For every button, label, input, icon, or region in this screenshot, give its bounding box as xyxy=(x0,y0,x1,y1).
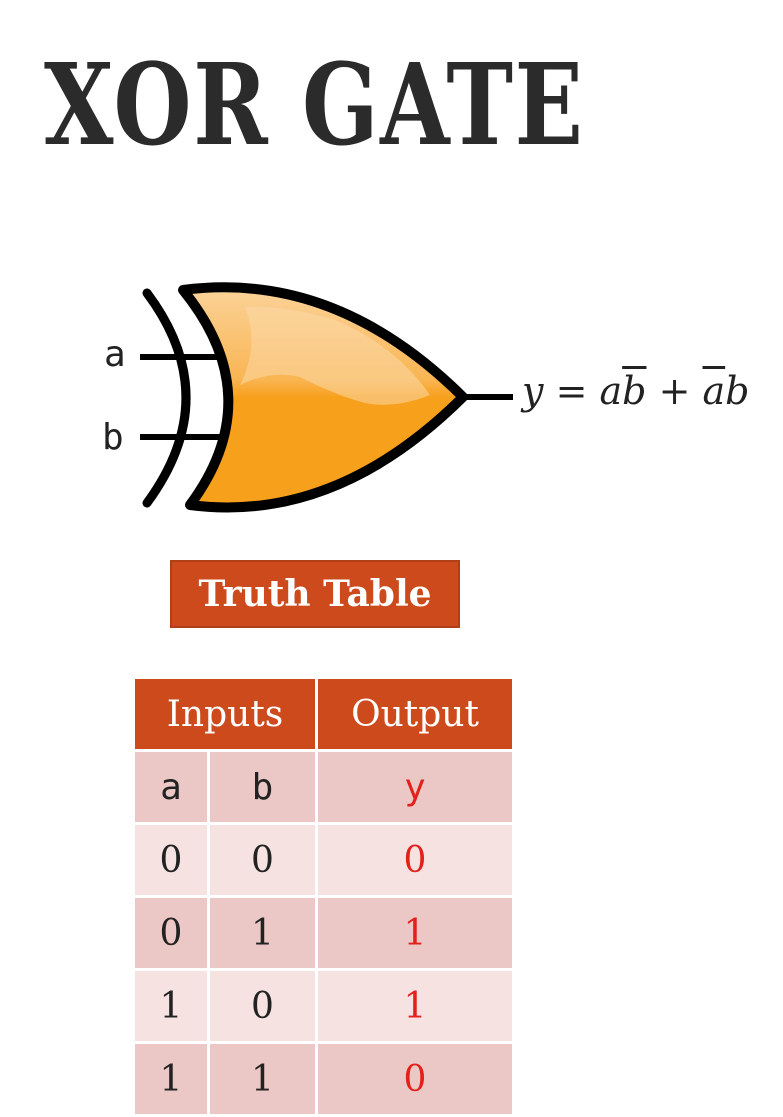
table-row: 1 1 0 xyxy=(132,1041,515,1117)
truth-table: Inputs Output a b y 0 0 0 0 1 1 1 0 1 1 … xyxy=(132,676,515,1117)
cell-y: 1 xyxy=(315,895,515,971)
xor-gate-symbol xyxy=(140,282,513,513)
equation-term1-a: a xyxy=(599,369,623,413)
cell-y: 0 xyxy=(315,1041,515,1117)
xor-input-arc xyxy=(142,288,191,508)
input-b-label: b xyxy=(102,417,124,458)
cell-b: 0 xyxy=(207,968,318,1044)
cell-b: 1 xyxy=(207,1041,318,1117)
page-title: XOR GATE xyxy=(44,40,585,171)
header-output: Output xyxy=(315,676,515,752)
truth-table-label: Truth Table xyxy=(170,560,460,628)
header-inputs: Inputs xyxy=(132,676,318,752)
table-row: 0 0 0 xyxy=(132,822,515,898)
cell-b: b xyxy=(207,749,318,825)
equation-term1-bbar: b xyxy=(622,369,647,413)
equation-equals: = xyxy=(555,369,588,413)
cell-y: 0 xyxy=(315,822,515,898)
cell-a: 0 xyxy=(132,822,210,898)
cell-y: y xyxy=(315,749,515,825)
cell-a: 1 xyxy=(132,1041,210,1117)
cell-a: 1 xyxy=(132,968,210,1044)
table-header-row: Inputs Output xyxy=(132,676,515,752)
table-row: 1 0 1 xyxy=(132,968,515,1044)
equation-output: y xyxy=(522,369,544,413)
cell-a: 0 xyxy=(132,895,210,971)
equation-plus: + xyxy=(658,369,691,413)
cell-b: 0 xyxy=(207,822,318,898)
equation-term2-b: b xyxy=(725,369,750,413)
table-row: a b y xyxy=(132,749,515,825)
boolean-equation: y = ab + ab xyxy=(522,372,750,410)
cell-y: 1 xyxy=(315,968,515,1044)
table-row: 0 1 1 xyxy=(132,895,515,971)
cell-b: 1 xyxy=(207,895,318,971)
cell-a: a xyxy=(132,749,210,825)
input-a-label: a xyxy=(104,334,126,375)
equation-term2-abar: a xyxy=(702,369,726,413)
